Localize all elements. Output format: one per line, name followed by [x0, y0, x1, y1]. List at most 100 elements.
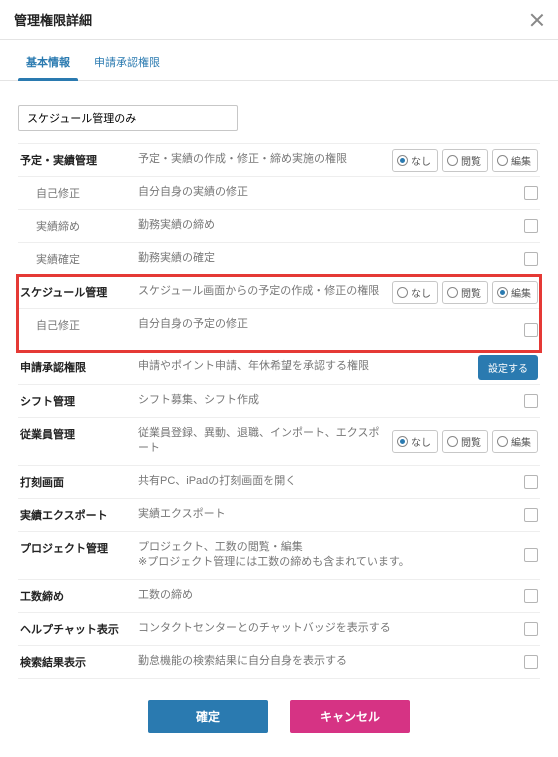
row-desc: 従業員登録、異動、退職、インポート、エクスポート [138, 418, 390, 465]
radio-none[interactable]: なし [392, 430, 438, 453]
row-jisseki-shime: 実績締め 勤務実績の締め [18, 210, 540, 243]
row-jisseki-kakutei: 実績確定 勤務実績の確定 [18, 243, 540, 276]
row-shinsei: 申請承認権限 申請やポイント申請、年休希望を承認する権限 設定する [18, 351, 540, 385]
cancel-button[interactable]: キャンセル [290, 700, 410, 733]
permission-name-input[interactable] [18, 105, 238, 131]
checkbox[interactable] [524, 548, 538, 562]
row-controls [500, 309, 540, 350]
checkbox[interactable] [524, 622, 538, 636]
radio-label: 閲覧 [461, 434, 481, 449]
form-body: 予定・実績管理 予定・実績の作成・修正・締め実施の権限 なし 閲覧 編集 自己修… [0, 81, 558, 680]
row-desc: シフト募集、シフト作成 [138, 385, 500, 417]
row-controls [500, 532, 540, 579]
row-desc: 勤務実績の締め [138, 210, 500, 242]
row-controls [500, 385, 540, 417]
checkbox[interactable] [524, 475, 538, 489]
modal-dialog: 管理権限詳細 基本情報 申請承認権限 予定・実績管理 予定・実績の作成・修正・締… [0, 0, 558, 757]
row-label: スケジュール管理 [18, 276, 138, 308]
checkbox[interactable] [524, 508, 538, 522]
row-label: 予定・実績管理 [18, 144, 138, 176]
modal-header: 管理権限詳細 [0, 0, 558, 40]
radio-dot-icon [397, 436, 408, 447]
row-controls [500, 613, 540, 645]
row-controls: なし 閲覧 編集 [390, 144, 540, 176]
row-export: 実績エクスポート 実績エクスポート [18, 499, 540, 532]
radio-view[interactable]: 閲覧 [442, 281, 488, 304]
row-controls [500, 177, 540, 209]
row-label: 実績エクスポート [18, 499, 138, 531]
radio-dot-icon [447, 287, 458, 298]
tab-basic-info[interactable]: 基本情報 [14, 46, 82, 80]
checkbox[interactable] [524, 323, 538, 337]
row-label: 検索結果表示 [18, 646, 138, 678]
confirm-button[interactable]: 確定 [148, 700, 268, 733]
row-shift: シフト管理 シフト募集、シフト作成 [18, 385, 540, 418]
row-label: 自己修正 [18, 177, 138, 209]
radio-edit[interactable]: 編集 [492, 281, 538, 304]
radio-edit[interactable]: 編集 [492, 149, 538, 172]
radio-edit[interactable]: 編集 [492, 430, 538, 453]
radio-label: 編集 [511, 153, 531, 168]
row-controls: なし 閲覧 編集 [390, 276, 540, 308]
row-label: 従業員管理 [18, 418, 138, 465]
radio-label: なし [411, 285, 431, 300]
row-yojitsu-self: 自己修正 自分自身の実績の修正 [18, 177, 540, 210]
row-helpchat: ヘルプチャット表示 コンタクトセンターとのチャットバッジを表示する [18, 613, 540, 646]
row-label: 工数締め [18, 580, 138, 612]
tab-approval-permission[interactable]: 申請承認権限 [82, 46, 172, 80]
row-controls [500, 646, 540, 678]
configure-button[interactable]: 設定する [478, 355, 538, 380]
row-controls: 設定する [476, 351, 540, 384]
tab-bar: 基本情報 申請承認権限 [0, 46, 558, 81]
row-desc: 工数の締め [138, 580, 500, 612]
row-label: プロジェクト管理 [18, 532, 138, 579]
row-label: 打刻画面 [18, 466, 138, 498]
row-controls: なし 閲覧 編集 [390, 418, 540, 465]
highlight-schedule-group: スケジュール管理 スケジュール画面からの予定の作成・修正の権限 なし 閲覧 編集… [18, 276, 540, 351]
radio-label: なし [411, 434, 431, 449]
row-kousuu: 工数締め 工数の締め [18, 580, 540, 613]
row-controls [500, 243, 540, 275]
row-desc: 勤務実績の確定 [138, 243, 500, 275]
radio-label: 編集 [511, 434, 531, 449]
row-controls [500, 466, 540, 498]
row-desc: スケジュール画面からの予定の作成・修正の権限 [138, 276, 390, 308]
checkbox[interactable] [524, 219, 538, 233]
row-label: ヘルプチャット表示 [18, 613, 138, 645]
row-desc: 実績エクスポート [138, 499, 500, 531]
row-yojitsu: 予定・実績管理 予定・実績の作成・修正・締め実施の権限 なし 閲覧 編集 [18, 144, 540, 177]
radio-view[interactable]: 閲覧 [442, 149, 488, 172]
row-label: 実績締め [18, 210, 138, 242]
radio-none[interactable]: なし [392, 281, 438, 304]
row-project: プロジェクト管理 プロジェクト、工数の閲覧・編集 ※プロジェクト管理には工数の締… [18, 532, 540, 580]
radio-label: 閲覧 [461, 285, 481, 300]
modal-title: 管理権限詳細 [14, 10, 92, 29]
checkbox[interactable] [524, 589, 538, 603]
radio-dot-icon [497, 436, 508, 447]
radio-label: 閲覧 [461, 153, 481, 168]
row-desc: 自分自身の実績の修正 [138, 177, 500, 209]
radio-view[interactable]: 閲覧 [442, 430, 488, 453]
permission-rows: 予定・実績管理 予定・実績の作成・修正・締め実施の権限 なし 閲覧 編集 自己修… [18, 143, 540, 680]
row-desc: 勤怠機能の検索結果に自分自身を表示する [138, 646, 500, 678]
radio-dot-icon [397, 287, 408, 298]
row-controls [500, 499, 540, 531]
radio-dot-icon [447, 155, 458, 166]
checkbox[interactable] [524, 186, 538, 200]
row-label: 申請承認権限 [18, 351, 138, 384]
radio-dot-icon [497, 155, 508, 166]
radio-dot-icon [447, 436, 458, 447]
radio-dot-icon [397, 155, 408, 166]
row-employee: 従業員管理 従業員登録、異動、退職、インポート、エクスポート なし 閲覧 編集 [18, 418, 540, 466]
checkbox[interactable] [524, 252, 538, 266]
row-controls [500, 210, 540, 242]
checkbox[interactable] [524, 655, 538, 669]
row-dakoku: 打刻画面 共有PC、iPadの打刻画面を開く [18, 466, 540, 499]
row-desc: 申請やポイント申請、年休希望を承認する権限 [138, 351, 476, 384]
checkbox[interactable] [524, 394, 538, 408]
row-schedule-self: 自己修正 自分自身の予定の修正 [18, 309, 540, 351]
close-icon[interactable] [530, 13, 544, 27]
row-controls [500, 580, 540, 612]
row-search: 検索結果表示 勤怠機能の検索結果に自分自身を表示する [18, 646, 540, 679]
radio-none[interactable]: なし [392, 149, 438, 172]
